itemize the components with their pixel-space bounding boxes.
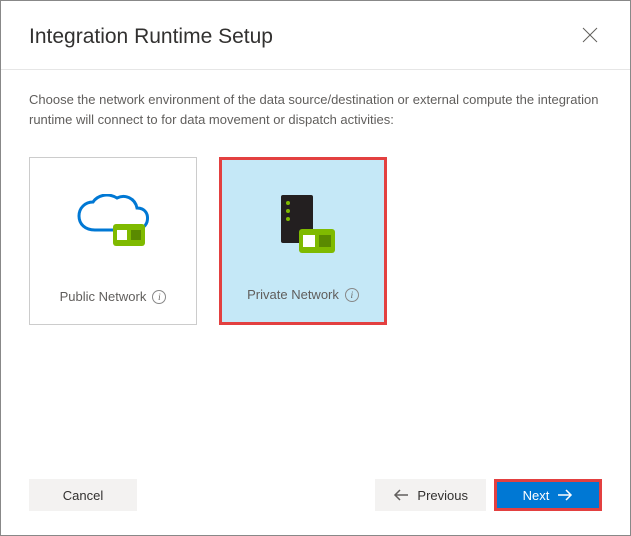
- arrow-right-icon: [557, 489, 573, 501]
- network-options: Public Network i Private Network i: [1, 137, 630, 345]
- server-network-icon: [263, 160, 343, 287]
- private-network-label: Private Network: [247, 287, 339, 302]
- cloud-network-icon: [73, 158, 153, 289]
- dialog-description: Choose the network environment of the da…: [1, 70, 630, 137]
- close-button[interactable]: [578, 23, 602, 51]
- integration-runtime-setup-dialog: Integration Runtime Setup Choose the net…: [1, 1, 630, 535]
- cancel-button-label: Cancel: [63, 488, 103, 503]
- public-network-label-row: Public Network i: [60, 289, 167, 304]
- next-button-label: Next: [523, 488, 550, 503]
- dialog-footer: Cancel Previous Next: [1, 461, 630, 535]
- info-icon[interactable]: i: [345, 288, 359, 302]
- dialog-header: Integration Runtime Setup: [1, 1, 630, 70]
- cancel-button[interactable]: Cancel: [29, 479, 137, 511]
- public-network-option[interactable]: Public Network i: [29, 157, 197, 325]
- private-network-option[interactable]: Private Network i: [219, 157, 387, 325]
- dialog-title: Integration Runtime Setup: [29, 25, 273, 49]
- public-network-label: Public Network: [60, 289, 147, 304]
- close-icon: [582, 27, 598, 43]
- next-button[interactable]: Next: [494, 479, 602, 511]
- info-icon[interactable]: i: [152, 290, 166, 304]
- arrow-left-icon: [393, 489, 409, 501]
- previous-button[interactable]: Previous: [375, 479, 486, 511]
- previous-button-label: Previous: [417, 488, 468, 503]
- private-network-label-row: Private Network i: [247, 287, 359, 302]
